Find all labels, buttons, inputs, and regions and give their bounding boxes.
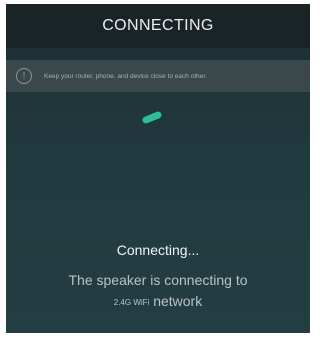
network-word-label: network xyxy=(153,293,203,309)
header-bar: CONNECTING xyxy=(6,4,310,48)
status-network: 2.4G WiFi network xyxy=(6,293,310,309)
notice-banner: ! Keep your router, phone, and device cl… xyxy=(6,60,310,92)
status-title: Connecting... xyxy=(116,242,200,258)
connecting-screen: CONNECTING ! Keep your router, phone, an… xyxy=(6,4,310,333)
loading-spinner-icon xyxy=(141,110,163,125)
page-title: CONNECTING xyxy=(102,17,214,34)
notice-text: Keep your router, phone, and device clos… xyxy=(44,72,207,80)
status-description: The speaker is connecting to xyxy=(68,272,248,288)
network-band-label: 2.4G WiFi xyxy=(113,298,150,307)
info-icon: ! xyxy=(16,68,32,84)
